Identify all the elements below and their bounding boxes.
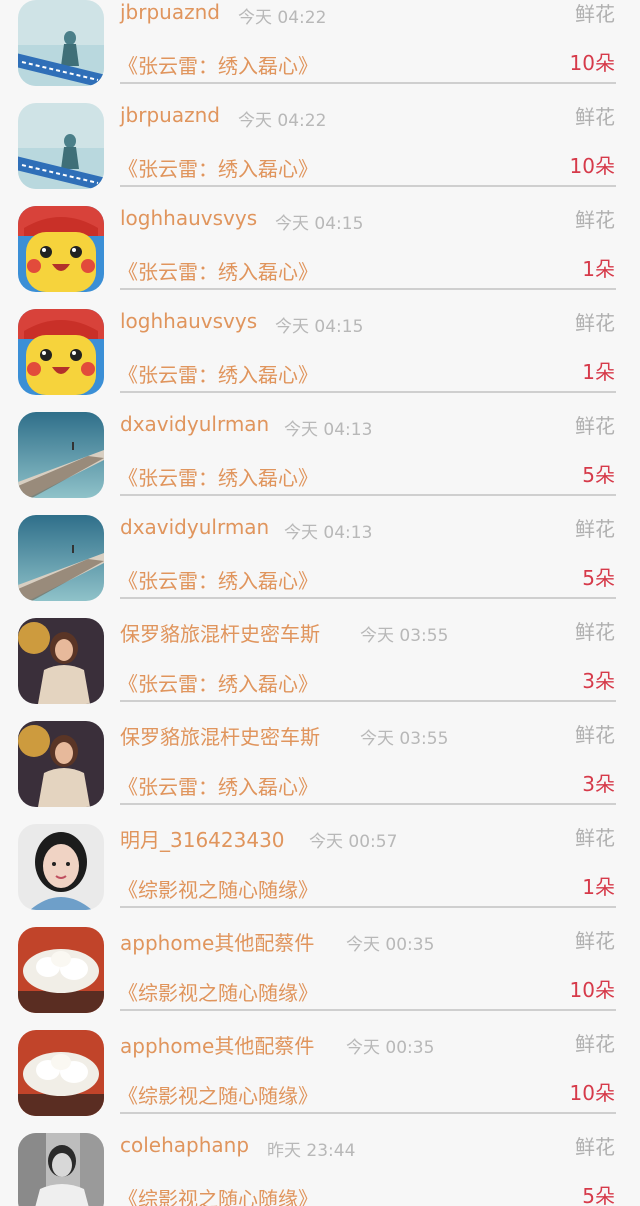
gift-type-label: 鲜花: [575, 1135, 615, 1159]
username[interactable]: jbrpuaznd: [120, 0, 220, 24]
gift-count: 10朵: [569, 154, 615, 178]
row-divider: [120, 700, 616, 702]
book-title[interactable]: 《张云雷：绣入磊心》: [118, 359, 318, 388]
row-divider: [120, 494, 616, 496]
gift-type-label: 鲜花: [575, 723, 615, 747]
timestamp: 今天 04:22: [238, 111, 327, 131]
list-item[interactable]: dxavidyulrman 今天 04:13 鲜花 《张云雷：绣入磊心》 5朵: [0, 402, 640, 505]
list-item[interactable]: apphome其他配蔡件 今天 00:35 鲜花 《综影视之随心随缘》 10朵: [0, 917, 640, 1020]
woman-sunset-avatar[interactable]: [18, 721, 104, 807]
timestamp: 今天 04:22: [238, 8, 327, 28]
pikachu-avatar[interactable]: [18, 206, 104, 292]
girl-sea-banner-avatar[interactable]: [18, 0, 104, 86]
gift-count: 10朵: [569, 978, 615, 1002]
list-item[interactable]: jbrpuaznd 今天 04:22 鲜花 《张云雷：绣入磊心》 10朵: [0, 93, 640, 196]
timestamp: 今天 04:13: [284, 420, 373, 440]
gift-count: 10朵: [569, 51, 615, 75]
gift-type-label: 鲜花: [575, 517, 615, 541]
book-title[interactable]: 《综影视之随心随缘》: [118, 874, 318, 903]
cliff-sea-avatar[interactable]: [18, 515, 104, 601]
list-item[interactable]: colehaphanp 昨天 23:44 鲜花 《综影视之随心随缘》 5朵: [0, 1123, 640, 1206]
gift-type-label: 鲜花: [575, 826, 615, 850]
book-title[interactable]: 《张云雷：绣入磊心》: [118, 565, 318, 594]
gift-type-label: 鲜花: [575, 929, 615, 953]
cliff-sea-avatar[interactable]: [18, 412, 104, 498]
timestamp: 今天 00:57: [309, 832, 398, 852]
row-divider: [120, 1112, 616, 1114]
username[interactable]: 保罗貉旅混杆史密车斯: [120, 618, 320, 647]
white-flower-carving-avatar[interactable]: [18, 1030, 104, 1116]
book-title[interactable]: 《张云雷：绣入磊心》: [118, 50, 318, 79]
gift-count: 1朵: [582, 360, 615, 384]
row-divider: [120, 288, 616, 290]
username[interactable]: apphome其他配蔡件: [120, 927, 314, 956]
woman-sunset-avatar[interactable]: [18, 618, 104, 704]
row-divider: [120, 803, 616, 805]
gift-count: 1朵: [582, 875, 615, 899]
gift-type-label: 鲜花: [575, 208, 615, 232]
gift-count: 5朵: [582, 1184, 615, 1206]
row-divider: [120, 391, 616, 393]
timestamp: 今天 00:35: [346, 935, 435, 955]
username[interactable]: jbrpuaznd: [120, 103, 220, 127]
timestamp: 昨天 23:44: [267, 1141, 356, 1161]
portrait-girl-avatar[interactable]: [18, 824, 104, 910]
timestamp: 今天 00:35: [346, 1038, 435, 1058]
gift-count: 3朵: [582, 772, 615, 796]
list-item[interactable]: 保罗貉旅混杆史密车斯 今天 03:55 鲜花 《张云雷：绣入磊心》 3朵: [0, 608, 640, 711]
gift-record-list[interactable]: jbrpuaznd 今天 04:22 鲜花 《张云雷：绣入磊心》 10朵 jbr…: [0, 0, 640, 1206]
book-title[interactable]: 《张云雷：绣入磊心》: [118, 771, 318, 800]
username[interactable]: dxavidyulrman: [120, 412, 269, 436]
timestamp: 今天 03:55: [360, 626, 449, 646]
gift-count: 3朵: [582, 669, 615, 693]
list-item[interactable]: jbrpuaznd 今天 04:22 鲜花 《张云雷：绣入磊心》 10朵: [0, 0, 640, 93]
username[interactable]: loghhauvsvys: [120, 309, 257, 333]
timestamp: 今天 04:13: [284, 523, 373, 543]
timestamp: 今天 04:15: [275, 214, 364, 234]
book-title[interactable]: 《张云雷：绣入磊心》: [118, 668, 318, 697]
list-item[interactable]: loghhauvsvys 今天 04:15 鲜花 《张云雷：绣入磊心》 1朵: [0, 196, 640, 299]
book-title[interactable]: 《综影视之随心随缘》: [118, 1183, 318, 1206]
username[interactable]: loghhauvsvys: [120, 206, 257, 230]
gift-type-label: 鲜花: [575, 1032, 615, 1056]
username[interactable]: apphome其他配蔡件: [120, 1030, 314, 1059]
row-divider: [120, 597, 616, 599]
list-item[interactable]: loghhauvsvys 今天 04:15 鲜花 《张云雷：绣入磊心》 1朵: [0, 299, 640, 402]
row-divider: [120, 906, 616, 908]
username[interactable]: 明月_316423430: [120, 824, 285, 853]
gift-type-label: 鲜花: [575, 620, 615, 644]
gift-type-label: 鲜花: [575, 105, 615, 129]
list-item[interactable]: dxavidyulrman 今天 04:13 鲜花 《张云雷：绣入磊心》 5朵: [0, 505, 640, 608]
white-flower-carving-avatar[interactable]: [18, 927, 104, 1013]
gift-count: 5朵: [582, 463, 615, 487]
book-title[interactable]: 《综影视之随心随缘》: [118, 977, 318, 1006]
row-divider: [120, 1009, 616, 1011]
row-divider: [120, 82, 616, 84]
gift-count: 5朵: [582, 566, 615, 590]
username[interactable]: dxavidyulrman: [120, 515, 269, 539]
list-item[interactable]: 保罗貉旅混杆史密车斯 今天 03:55 鲜花 《张云雷：绣入磊心》 3朵: [0, 711, 640, 814]
book-title[interactable]: 《综影视之随心随缘》: [118, 1080, 318, 1109]
timestamp: 今天 04:15: [275, 317, 364, 337]
username[interactable]: 保罗貉旅混杆史密车斯: [120, 721, 320, 750]
gift-type-label: 鲜花: [575, 311, 615, 335]
book-title[interactable]: 《张云雷：绣入磊心》: [118, 153, 318, 182]
pikachu-avatar[interactable]: [18, 309, 104, 395]
book-title[interactable]: 《张云雷：绣入磊心》: [118, 462, 318, 491]
boy-bw-avatar[interactable]: [18, 1133, 104, 1206]
gift-count: 10朵: [569, 1081, 615, 1105]
gift-type-label: 鲜花: [575, 2, 615, 26]
row-divider: [120, 185, 616, 187]
timestamp: 今天 03:55: [360, 729, 449, 749]
book-title[interactable]: 《张云雷：绣入磊心》: [118, 256, 318, 285]
username[interactable]: colehaphanp: [120, 1133, 249, 1157]
gift-count: 1朵: [582, 257, 615, 281]
girl-sea-banner-avatar[interactable]: [18, 103, 104, 189]
list-item[interactable]: 明月_316423430 今天 00:57 鲜花 《综影视之随心随缘》 1朵: [0, 814, 640, 917]
list-item[interactable]: apphome其他配蔡件 今天 00:35 鲜花 《综影视之随心随缘》 10朵: [0, 1020, 640, 1123]
gift-type-label: 鲜花: [575, 414, 615, 438]
